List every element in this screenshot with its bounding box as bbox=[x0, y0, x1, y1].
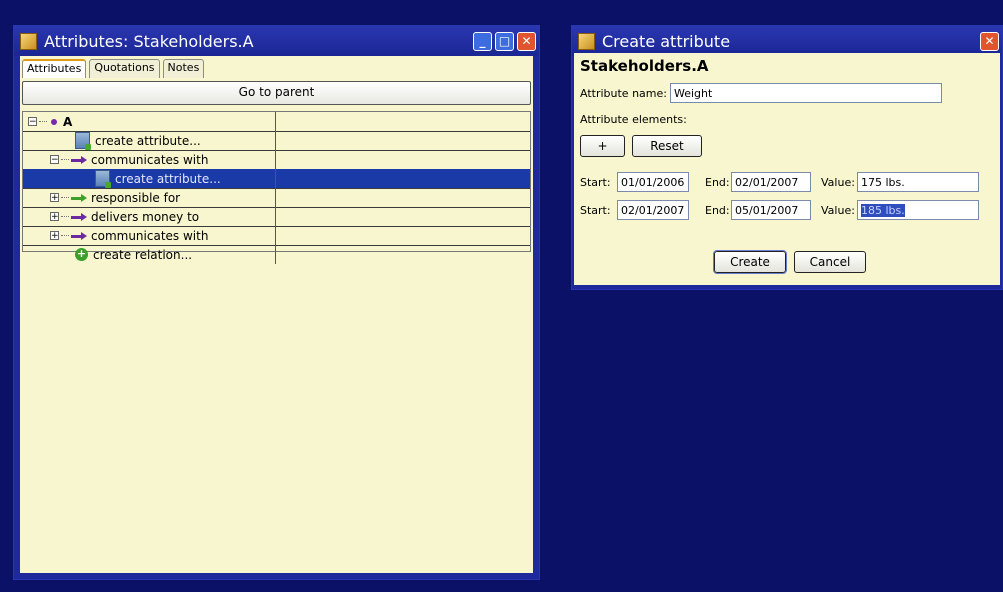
end-date-field-2[interactable]: 05/01/2007 bbox=[731, 200, 811, 220]
start-label-1: Start: bbox=[580, 176, 611, 189]
add-element-button[interactable]: + bbox=[580, 135, 625, 157]
reset-button[interactable]: Reset bbox=[632, 135, 702, 157]
value-field-2[interactable]: 185 lbs. bbox=[857, 200, 979, 220]
relation-arrow-icon bbox=[71, 155, 87, 164]
end-label-2: End: bbox=[705, 204, 730, 217]
tab-attributes[interactable]: Attributes bbox=[22, 59, 87, 78]
go-to-parent-button[interactable]: Go to parent bbox=[22, 81, 531, 105]
app-icon bbox=[578, 32, 595, 50]
attributes-body: Attributes Quotations Notes Go to parent… bbox=[20, 56, 533, 573]
end-label-1: End: bbox=[705, 176, 730, 189]
selected-value-text: 185 lbs. bbox=[861, 204, 905, 217]
cancel-button[interactable]: Cancel bbox=[794, 251, 866, 273]
value-field-1[interactable]: 175 lbs. bbox=[857, 172, 979, 192]
start-label-2: Start: bbox=[580, 204, 611, 217]
relation-arrow-icon bbox=[71, 231, 87, 240]
tree-row-label: create attribute... bbox=[115, 171, 221, 186]
attribute-name-label: Attribute name: bbox=[580, 87, 667, 100]
attribute-doc-icon bbox=[75, 132, 91, 150]
tab-quotations[interactable]: Quotations bbox=[89, 59, 160, 78]
tab-bar: Attributes Quotations Notes bbox=[20, 56, 533, 78]
create-attribute-body: Stakeholders.A Attribute name: Weight At… bbox=[574, 53, 1000, 285]
create-button[interactable]: Create bbox=[713, 250, 787, 274]
tree-row-label: A bbox=[63, 114, 73, 129]
expand-icon[interactable]: + bbox=[50, 193, 59, 203]
start-date-field-2[interactable]: 02/01/2007 bbox=[617, 200, 689, 220]
tree-row-label: delivers money to bbox=[91, 209, 200, 224]
tree-row-create-attribute[interactable]: create attribute... bbox=[23, 131, 530, 151]
tree-row-communicates-with[interactable]: − communicates with bbox=[23, 150, 530, 170]
tree-row-label: communicates with bbox=[91, 228, 209, 243]
value-label-1: Value: bbox=[821, 176, 855, 189]
tree-row-label: communicates with bbox=[91, 152, 209, 167]
collapse-icon[interactable]: − bbox=[28, 117, 37, 127]
attribute-name-input[interactable]: Weight bbox=[670, 83, 942, 103]
tree-row-label: create relation... bbox=[93, 247, 193, 262]
relation-arrow-icon bbox=[71, 212, 87, 221]
attribute-elements-label: Attribute elements: bbox=[580, 113, 687, 126]
end-date-field-1[interactable]: 02/01/2007 bbox=[731, 172, 811, 192]
node-dot-icon bbox=[51, 118, 57, 125]
create-attribute-window: Create attribute ✕ Stakeholders.A Attrib… bbox=[571, 25, 1003, 290]
tree-row-root[interactable]: − A bbox=[23, 112, 530, 132]
tab-notes[interactable]: Notes bbox=[162, 59, 205, 78]
attribute-tree: − A create attribute... − communicates w… bbox=[22, 111, 531, 264]
tree-row-delivers-money-to[interactable]: + delivers money to bbox=[23, 207, 530, 227]
tree-row-label: responsible for bbox=[91, 190, 181, 205]
relation-arrow-icon bbox=[71, 193, 87, 202]
tree-row-communicates-with-2[interactable]: + communicates with bbox=[23, 226, 530, 246]
expand-icon[interactable]: + bbox=[50, 231, 59, 241]
collapse-icon[interactable]: − bbox=[50, 155, 59, 165]
create-attribute-titlebar[interactable]: Create attribute ✕ bbox=[572, 26, 1002, 56]
minimize-button[interactable]: _ bbox=[473, 31, 492, 51]
app-icon bbox=[20, 32, 37, 50]
close-button[interactable]: ✕ bbox=[980, 31, 999, 51]
maximize-button[interactable]: □ bbox=[495, 31, 514, 51]
tree-row-label: create attribute... bbox=[95, 133, 201, 148]
add-relation-icon: + bbox=[75, 247, 88, 261]
start-date-field-1[interactable]: 01/01/2006 bbox=[617, 172, 689, 192]
tree-row-create-attribute-selected[interactable]: create attribute... bbox=[23, 169, 530, 189]
expand-icon[interactable]: + bbox=[50, 212, 59, 222]
attributes-window-title: Attributes: Stakeholders.A bbox=[44, 31, 254, 51]
create-attribute-title: Create attribute bbox=[602, 31, 731, 51]
close-button[interactable]: ✕ bbox=[517, 31, 536, 51]
tree-row-create-relation[interactable]: + create relation... bbox=[23, 245, 530, 264]
tree-row-responsible-for[interactable]: + responsible for bbox=[23, 188, 530, 208]
attributes-window: Attributes: Stakeholders.A _ □ ✕ Attribu… bbox=[13, 25, 540, 580]
value-label-2: Value: bbox=[821, 204, 855, 217]
attribute-doc-icon bbox=[95, 170, 111, 188]
entity-heading: Stakeholders.A bbox=[580, 57, 709, 75]
attributes-titlebar[interactable]: Attributes: Stakeholders.A _ □ ✕ bbox=[14, 26, 539, 56]
